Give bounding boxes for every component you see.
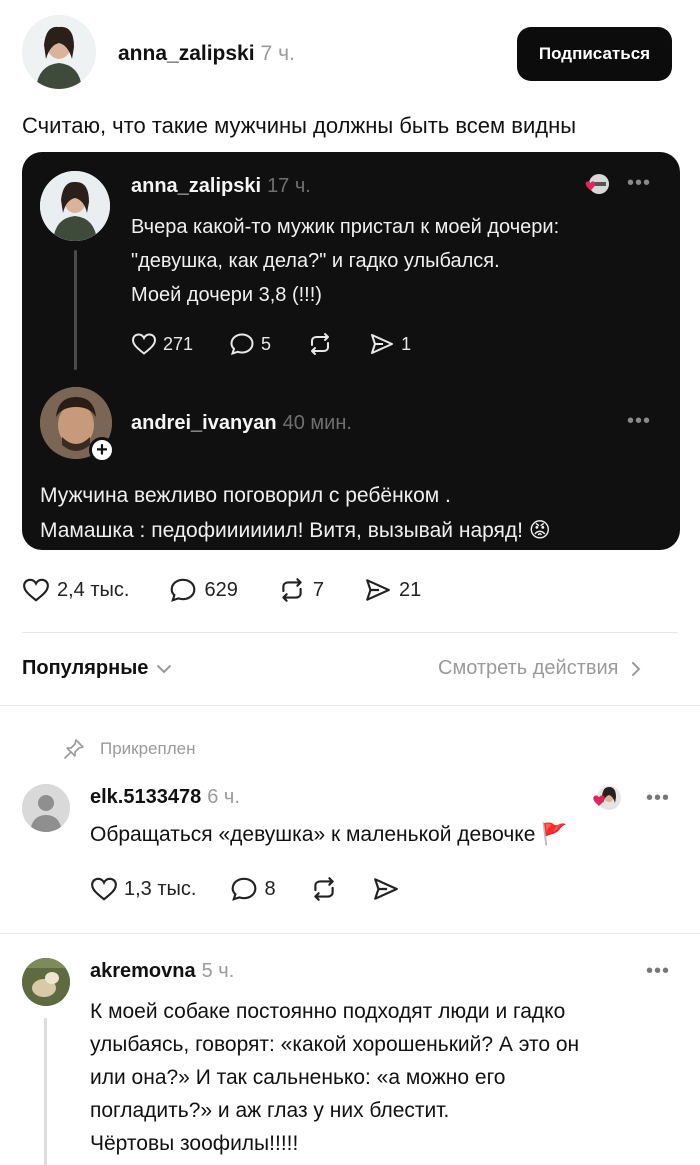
repost-icon <box>313 877 334 901</box>
heart-icon <box>131 333 157 355</box>
chevron-down-icon <box>156 664 172 674</box>
repost-icon <box>282 578 302 602</box>
commenter-avatar[interactable] <box>22 958 70 1006</box>
divider <box>22 632 678 633</box>
post-text: Считаю, что такие мужчины должны быть вс… <box>22 113 577 138</box>
pin-icon <box>62 737 86 761</box>
quoted-avatar-image <box>40 171 110 241</box>
thread-line <box>44 1018 47 1165</box>
comment-count: 629 <box>204 578 238 601</box>
sort-label: Популярные <box>22 657 149 679</box>
comment-text: Обращаться «девушка» к маленькой девочке… <box>90 823 568 846</box>
heart-icon <box>23 578 49 602</box>
default-avatar-icon <box>22 784 70 832</box>
comment-icon <box>230 333 254 356</box>
author-name[interactable]: anna_zalipski 7 ч. <box>118 42 295 66</box>
comment-repost-button[interactable] <box>310 876 338 902</box>
quoted-author-username[interactable]: anna_zalipski <box>131 175 261 197</box>
quoted-post-text: Вчера какой-то мужик пристал к моей доче… <box>131 210 661 312</box>
like-count: 2,4 тыс. <box>57 578 130 601</box>
reply-line: Мамашка : педофиииииил! Витя, вызывай на… <box>40 519 551 542</box>
share-icon <box>373 878 398 900</box>
subscribe-button[interactable]: Подписаться <box>517 27 672 81</box>
author-avatar[interactable] <box>22 15 96 89</box>
quoted-comment-count: 5 <box>261 333 272 354</box>
author-avatar-image <box>22 15 96 89</box>
post-time: 7 ч. <box>260 42 295 65</box>
comment-text: К моей собаке постоянно подходят люди и … <box>90 995 670 1160</box>
more-icon[interactable]: ••• <box>627 172 651 195</box>
quoted-like-button[interactable]: 271 <box>131 332 193 356</box>
commenter-avatar[interactable] <box>22 784 70 832</box>
post-actions: 2,4 тыс. 629 7 21 <box>22 577 461 603</box>
pinned-text: Прикреплен <box>100 739 196 758</box>
pinned-label: Прикреплен <box>62 737 195 761</box>
quoted-author-name[interactable]: anna_zalipski 17 ч. <box>131 175 311 198</box>
quoted-comment-button[interactable]: 5 <box>229 332 271 356</box>
reply-text: Мужчина вежливо поговорил с ребёнком . М… <box>40 478 660 548</box>
sort-dropdown[interactable]: Популярные <box>22 657 172 680</box>
quoted-share-button[interactable]: 1 <box>369 332 411 356</box>
comment-actions: 1,3 тыс. 8 <box>90 876 434 902</box>
liked-by-author-icon <box>582 172 610 200</box>
repost-button[interactable]: 7 <box>278 577 324 603</box>
more-icon[interactable]: ••• <box>646 960 670 983</box>
share-icon <box>366 579 390 601</box>
chevron-right-icon <box>631 661 641 677</box>
view-actions-label: Смотреть действия <box>438 657 619 679</box>
commenter-name[interactable]: elk.5133478 6 ч. <box>90 786 240 809</box>
comment-line: улыбаясь, говорят: «какой хорошенький? А… <box>90 1033 580 1056</box>
comment-line: К моей собаке постоянно подходят люди и … <box>90 1000 566 1023</box>
comment-icon <box>171 578 196 602</box>
reply-author-name[interactable]: andrei_ivanyan 40 мин. <box>131 412 352 435</box>
reply-time: 40 мин. <box>282 412 352 434</box>
comment-button[interactable]: 629 <box>169 577 238 603</box>
share-button[interactable]: 21 <box>364 577 421 603</box>
comment-share-button[interactable] <box>372 876 400 902</box>
view-actions-link[interactable]: Смотреть действия <box>438 657 641 680</box>
comment-like-button[interactable]: 1,3 тыс. <box>90 876 196 902</box>
quoted-post-time: 17 ч. <box>267 175 311 197</box>
liked-by-author-icon <box>588 783 622 817</box>
more-icon[interactable]: ••• <box>646 787 670 810</box>
commenter-username[interactable]: elk.5133478 <box>90 786 201 808</box>
author-username[interactable]: anna_zalipski <box>118 42 255 65</box>
comment-time: 5 ч. <box>201 960 235 982</box>
divider <box>0 933 700 934</box>
share-icon <box>371 334 394 354</box>
comment-reply-button[interactable]: 8 <box>230 876 276 902</box>
quoted-line: Моей дочери 3,8 (!!!) <box>131 284 322 306</box>
quoted-line: Вчера какой-то мужик пристал к моей доче… <box>131 216 560 238</box>
commenter-avatar-image <box>22 958 70 1006</box>
repost-icon <box>311 333 330 355</box>
comment-line: погладить?» и аж глаз у них блестит. <box>90 1099 450 1122</box>
commenter-username[interactable]: akremovna <box>90 960 196 982</box>
comment-like-count: 1,3 тыс. <box>124 877 197 900</box>
quoted-like-count: 271 <box>163 333 194 354</box>
commenter-name[interactable]: akremovna 5 ч. <box>90 960 234 983</box>
quoted-actions: 271 5 1 <box>131 332 447 356</box>
comment-time: 6 ч. <box>207 786 240 808</box>
thread-line <box>74 250 77 370</box>
divider <box>0 705 700 706</box>
comment-line: Чёртовы зоофилы!!!!! <box>90 1132 299 1155</box>
follow-plus-icon[interactable]: + <box>89 437 115 463</box>
quoted-repost-button[interactable] <box>307 332 333 356</box>
reply-line: Мужчина вежливо поговорил с ребёнком . <box>40 484 451 507</box>
more-icon[interactable]: ••• <box>627 410 651 433</box>
like-button[interactable]: 2,4 тыс. <box>22 577 129 603</box>
comment-line: или она?» И так сальненько: «а можно его <box>90 1066 506 1089</box>
comment-reply-count: 8 <box>264 877 276 900</box>
reply-author-username[interactable]: andrei_ivanyan <box>131 412 277 434</box>
repost-count: 7 <box>312 578 324 601</box>
heart-icon <box>91 877 117 901</box>
quoted-line: "девушка, как дела?" и гадко улыбался. <box>131 250 500 272</box>
quoted-share-count: 1 <box>401 333 412 354</box>
comment-icon <box>232 877 257 901</box>
share-count: 21 <box>398 578 422 601</box>
quoted-author-avatar[interactable] <box>40 171 110 241</box>
